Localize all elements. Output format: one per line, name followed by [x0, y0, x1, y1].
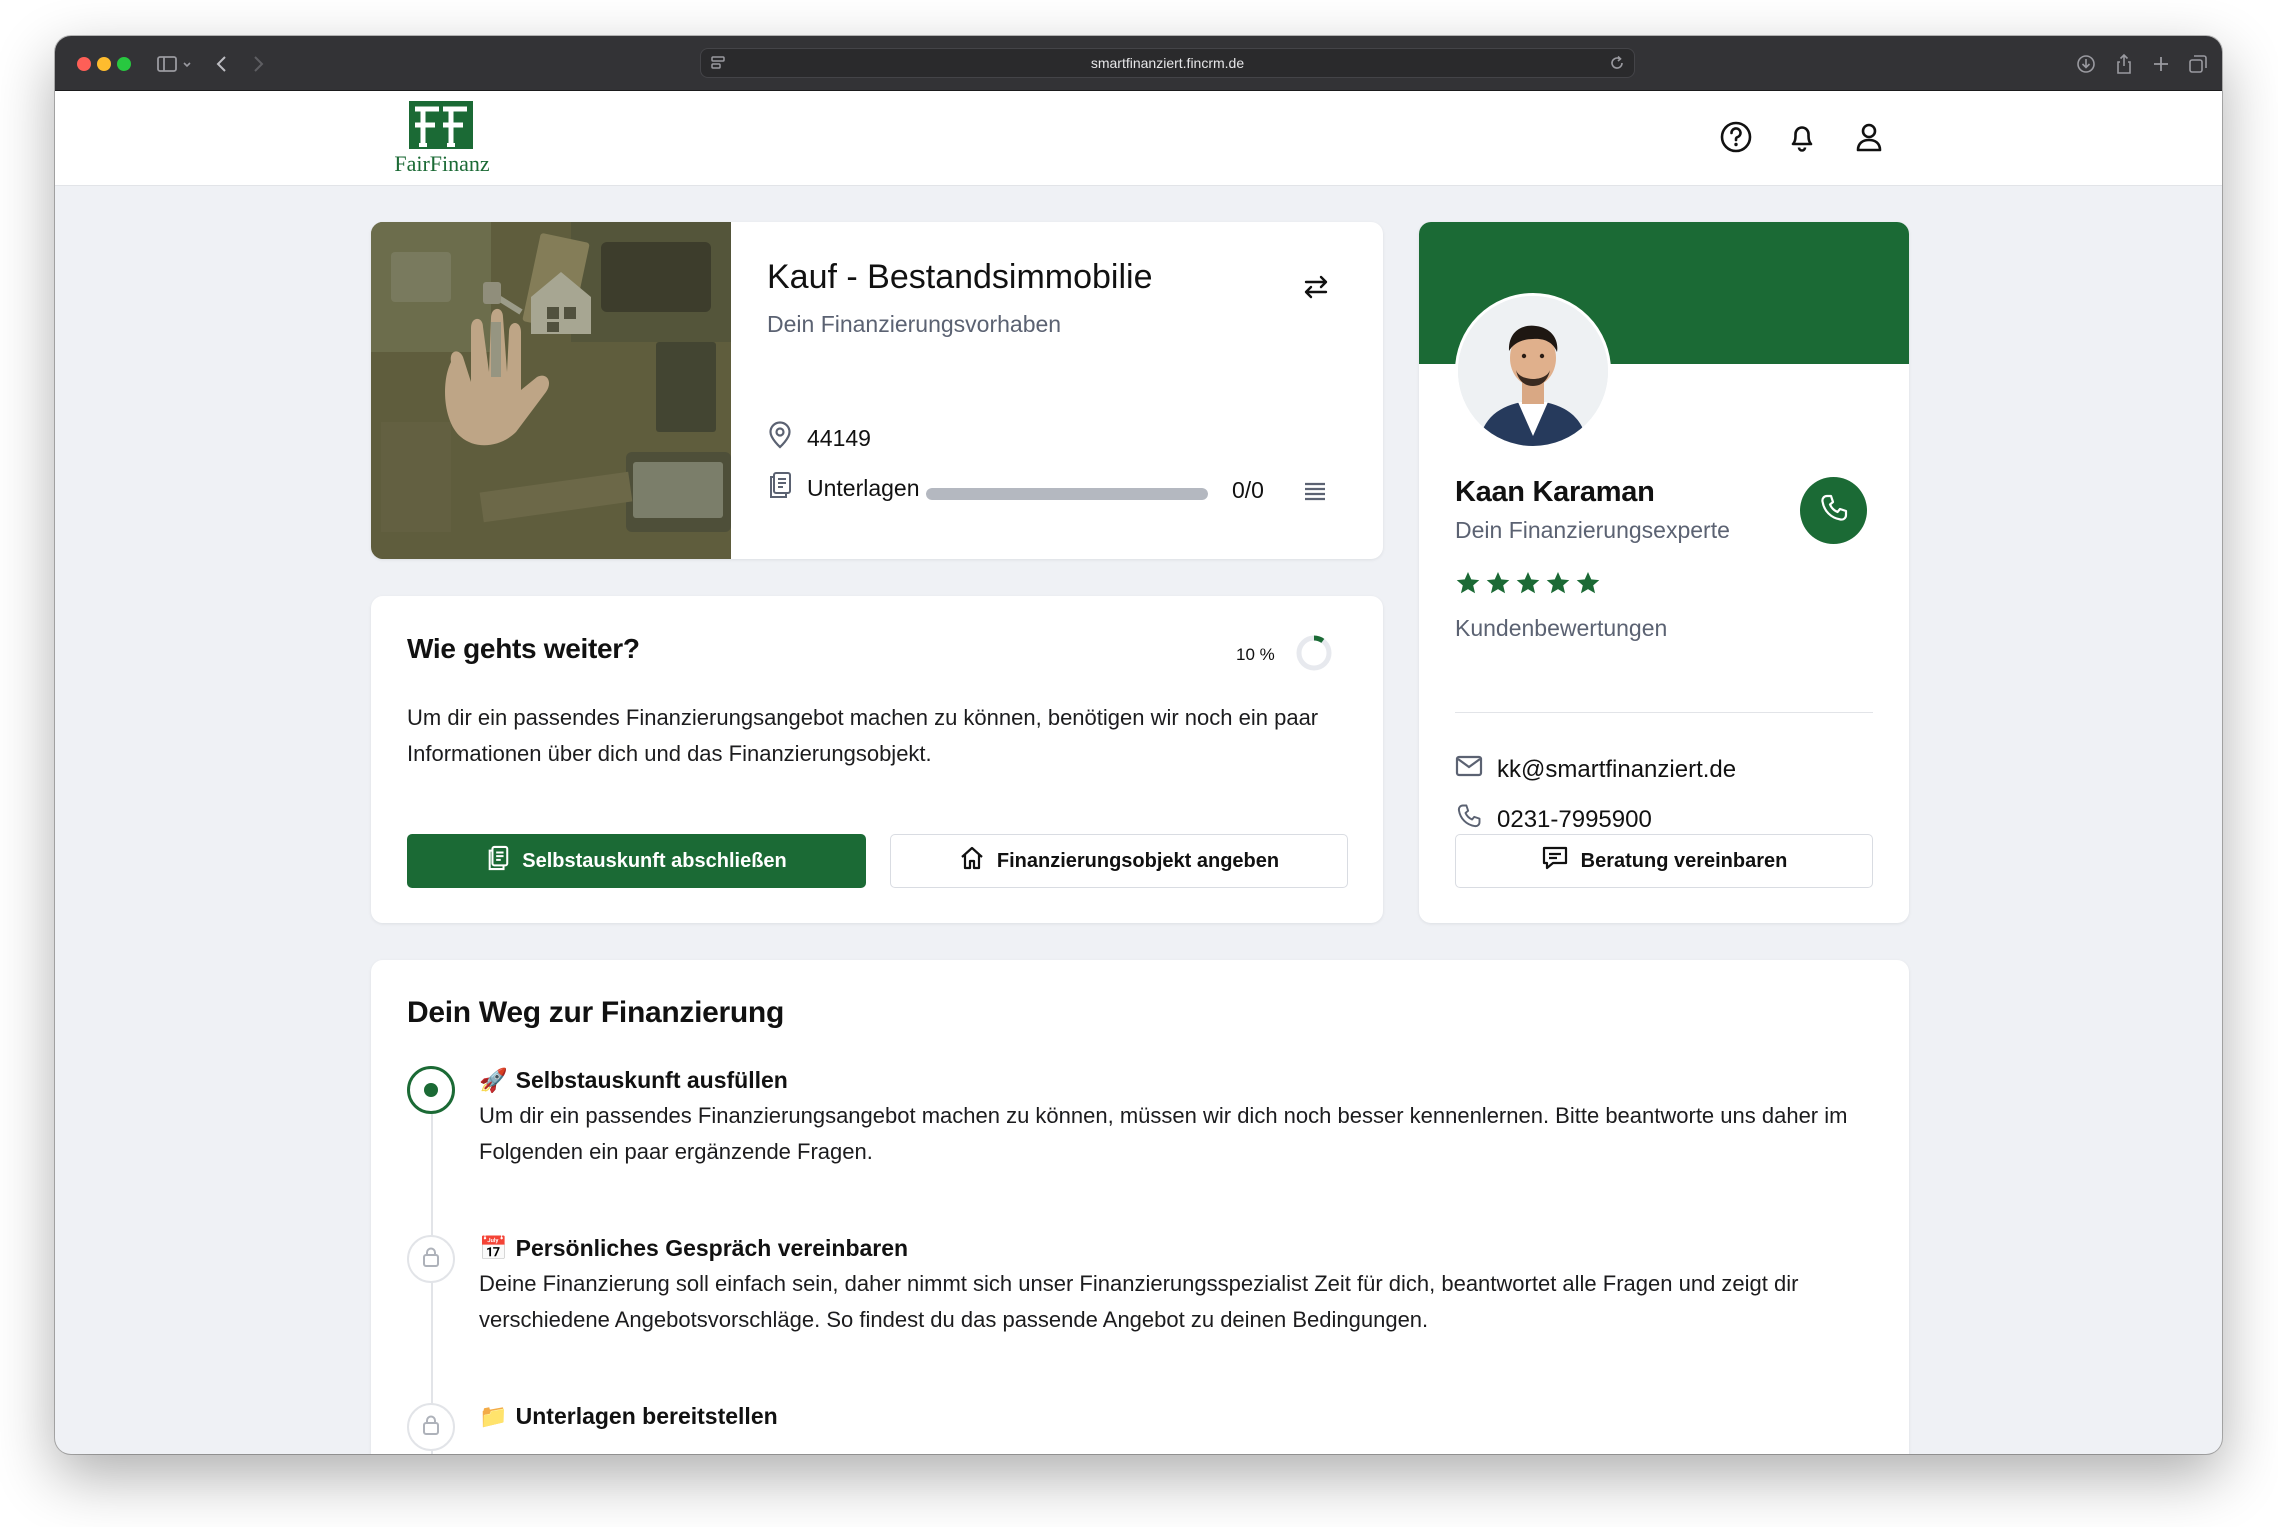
downloads-icon[interactable]: [2073, 50, 2099, 78]
documents-label: Unterlagen: [807, 474, 920, 501]
advisor-phone-row[interactable]: 0231-7995900: [1455, 802, 1652, 837]
lock-icon: [421, 1246, 441, 1273]
advisor-card: Kaan Karaman Dein Finanzierungsexperte K…: [1419, 222, 1909, 923]
tab-overview-icon[interactable]: [2185, 50, 2211, 78]
new-tab-icon[interactable]: [2148, 50, 2174, 78]
notifications-bell-icon[interactable]: [1784, 119, 1820, 155]
step-active-marker: [407, 1066, 455, 1114]
documents-count: 0/0: [1232, 477, 1264, 503]
complete-self-disclosure-button[interactable]: Selbstauskunft abschließen: [407, 834, 866, 888]
help-icon[interactable]: [1718, 119, 1754, 155]
mail-icon: [1455, 754, 1483, 785]
folder-icon: 📁: [479, 1403, 508, 1429]
book-consultation-button[interactable]: Beratung vereinbaren: [1455, 834, 1873, 888]
advisor-phone[interactable]: 0231-7995900: [1497, 806, 1652, 834]
property-keys-image: [371, 222, 731, 559]
step-locked-marker: [407, 1235, 455, 1283]
advisor-role: Dein Finanzierungsexperte: [1455, 517, 1730, 543]
next-steps-card: Wie gehts weiter? 10 % Um dir ein passen…: [371, 596, 1383, 923]
step-locked-marker: [407, 1403, 455, 1451]
step-description: Um dir ein passendes Finanzierungsangebo…: [479, 1103, 1848, 1164]
call-advisor-button[interactable]: [1800, 477, 1867, 544]
divider: [1455, 712, 1873, 713]
zoom-window-button[interactable]: [117, 57, 131, 71]
advisor-email-row[interactable]: kk@smartfinanziert.de: [1455, 754, 1736, 785]
next-steps-title: Wie gehts weiter?: [407, 633, 640, 664]
step-title[interactable]: 📅 Persönliches Gespräch vereinbaren: [479, 1235, 908, 1262]
step-title[interactable]: 🚀 Selbstauskunft ausfüllen: [479, 1067, 788, 1094]
home-icon: [959, 845, 985, 877]
step-title-text: Unterlagen bereitstellen: [515, 1403, 778, 1429]
page-settings-icon[interactable]: [709, 54, 727, 75]
documents-list-icon[interactable]: [1303, 480, 1327, 509]
switch-project-icon[interactable]: [1299, 270, 1333, 304]
documents-row: Unterlagen: [767, 471, 920, 505]
back-icon[interactable]: [211, 50, 233, 78]
map-pin-icon: [767, 421, 793, 455]
lock-icon: [421, 1414, 441, 1441]
specify-property-button[interactable]: Finanzierungsobjekt angeben: [890, 834, 1348, 888]
documents-progress-bar: [926, 488, 1208, 500]
complete-self-disclosure-label: Selbstauskunft abschließen: [522, 849, 787, 872]
financing-path-title: Dein Weg zur Finanzierung: [407, 996, 784, 1029]
documents-icon: [767, 471, 793, 505]
fairfinanz-logo[interactable]: FairFinanz: [383, 99, 501, 179]
star-icon: [1486, 571, 1510, 594]
close-window-button[interactable]: [77, 57, 91, 71]
phone-icon: [1818, 492, 1850, 529]
documents-progress-fill: [926, 488, 1208, 500]
project-subtitle: Dein Finanzierungsvorhaben: [767, 311, 1062, 337]
customer-reviews-link[interactable]: Kundenbewertungen: [1455, 615, 1667, 642]
star-icon: [1516, 571, 1540, 594]
project-title: Kauf - Bestandsimmobilie: [767, 258, 1153, 296]
step-title-text: Selbstauskunft ausfüllen: [515, 1067, 788, 1093]
browser-toolbar: smartfinanziert.fincrm.de: [55, 36, 2222, 91]
reload-icon[interactable]: [1608, 54, 1626, 75]
calendar-icon: 📅: [479, 1235, 508, 1261]
share-icon[interactable]: [2111, 50, 2137, 78]
minimize-window-button[interactable]: [97, 57, 111, 71]
rating-stars: [1455, 570, 1601, 596]
rocket-icon: 🚀: [479, 1067, 508, 1093]
user-account-icon[interactable]: [1851, 119, 1887, 155]
app-header: FairFinanz: [55, 91, 2222, 186]
logo-wordmark: FairFinanz: [394, 151, 490, 176]
chat-icon: [1541, 845, 1569, 877]
url-text: smartfinanziert.fincrm.de: [1090, 55, 1245, 71]
step-title[interactable]: 📁 Unterlagen bereitstellen: [479, 1403, 778, 1430]
specify-property-label: Finanzierungsobjekt angeben: [996, 849, 1280, 872]
progress-percent-label: 10 %: [1236, 645, 1275, 664]
address-bar[interactable]: smartfinanziert.fincrm.de: [700, 48, 1635, 78]
star-icon: [1456, 571, 1480, 594]
book-consultation-label: Beratung vereinbaren: [1580, 849, 1788, 872]
postal-code: 44149: [807, 424, 871, 451]
sidebar-toggle-icon[interactable]: [153, 50, 197, 78]
step-title-text: Persönliches Gespräch vereinbaren: [515, 1235, 909, 1261]
location-row: 44149: [767, 421, 871, 455]
advisor-avatar: [1455, 293, 1611, 449]
advisor-email[interactable]: kk@smartfinanziert.de: [1497, 756, 1736, 784]
browser-window: smartfinanziert.fincrm.de FairFinanz Kau…: [55, 36, 2222, 1454]
step-description: Deine Finanzierung soll einfach sein, da…: [479, 1271, 1799, 1332]
star-icon: [1546, 571, 1570, 594]
documents-icon: [486, 845, 510, 877]
forward-icon[interactable]: [247, 50, 269, 78]
next-steps-description: Um dir ein passendes Finanzierungsangebo…: [407, 705, 1319, 766]
phone-icon: [1455, 802, 1483, 837]
advisor-name: Kaan Karaman: [1455, 476, 1655, 508]
star-icon: [1576, 571, 1600, 594]
financing-path-card: Dein Weg zur Finanzierung 🚀 Selbstauskun…: [371, 960, 1909, 1454]
progress-ring: [1295, 634, 1333, 677]
project-card: Kauf - Bestandsimmobilie Dein Finanzieru…: [371, 222, 1383, 559]
